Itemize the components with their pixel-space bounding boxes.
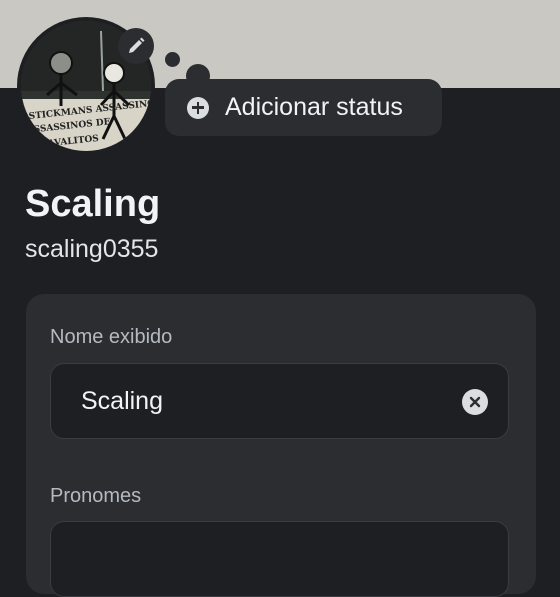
profile-username: scaling0355 <box>25 235 159 263</box>
status-bubble-dot-small <box>165 52 180 67</box>
clear-x-icon <box>469 396 481 408</box>
add-status-button[interactable]: Adicionar status <box>165 79 442 136</box>
pencil-icon <box>129 37 145 53</box>
add-status-label: Adicionar status <box>225 93 403 121</box>
clear-display-name-button[interactable] <box>462 389 488 415</box>
pronouns-input[interactable] <box>50 521 509 597</box>
plus-circle-icon <box>187 96 209 119</box>
display-name-input[interactable]: Scaling <box>50 363 509 439</box>
edit-avatar-button[interactable] <box>118 28 154 64</box>
pronouns-field-label: Pronomes <box>50 485 142 507</box>
display-name-input-value: Scaling <box>81 387 163 415</box>
display-name-field-label: Nome exibido <box>50 326 173 348</box>
profile-display-name: Scaling <box>25 183 161 225</box>
